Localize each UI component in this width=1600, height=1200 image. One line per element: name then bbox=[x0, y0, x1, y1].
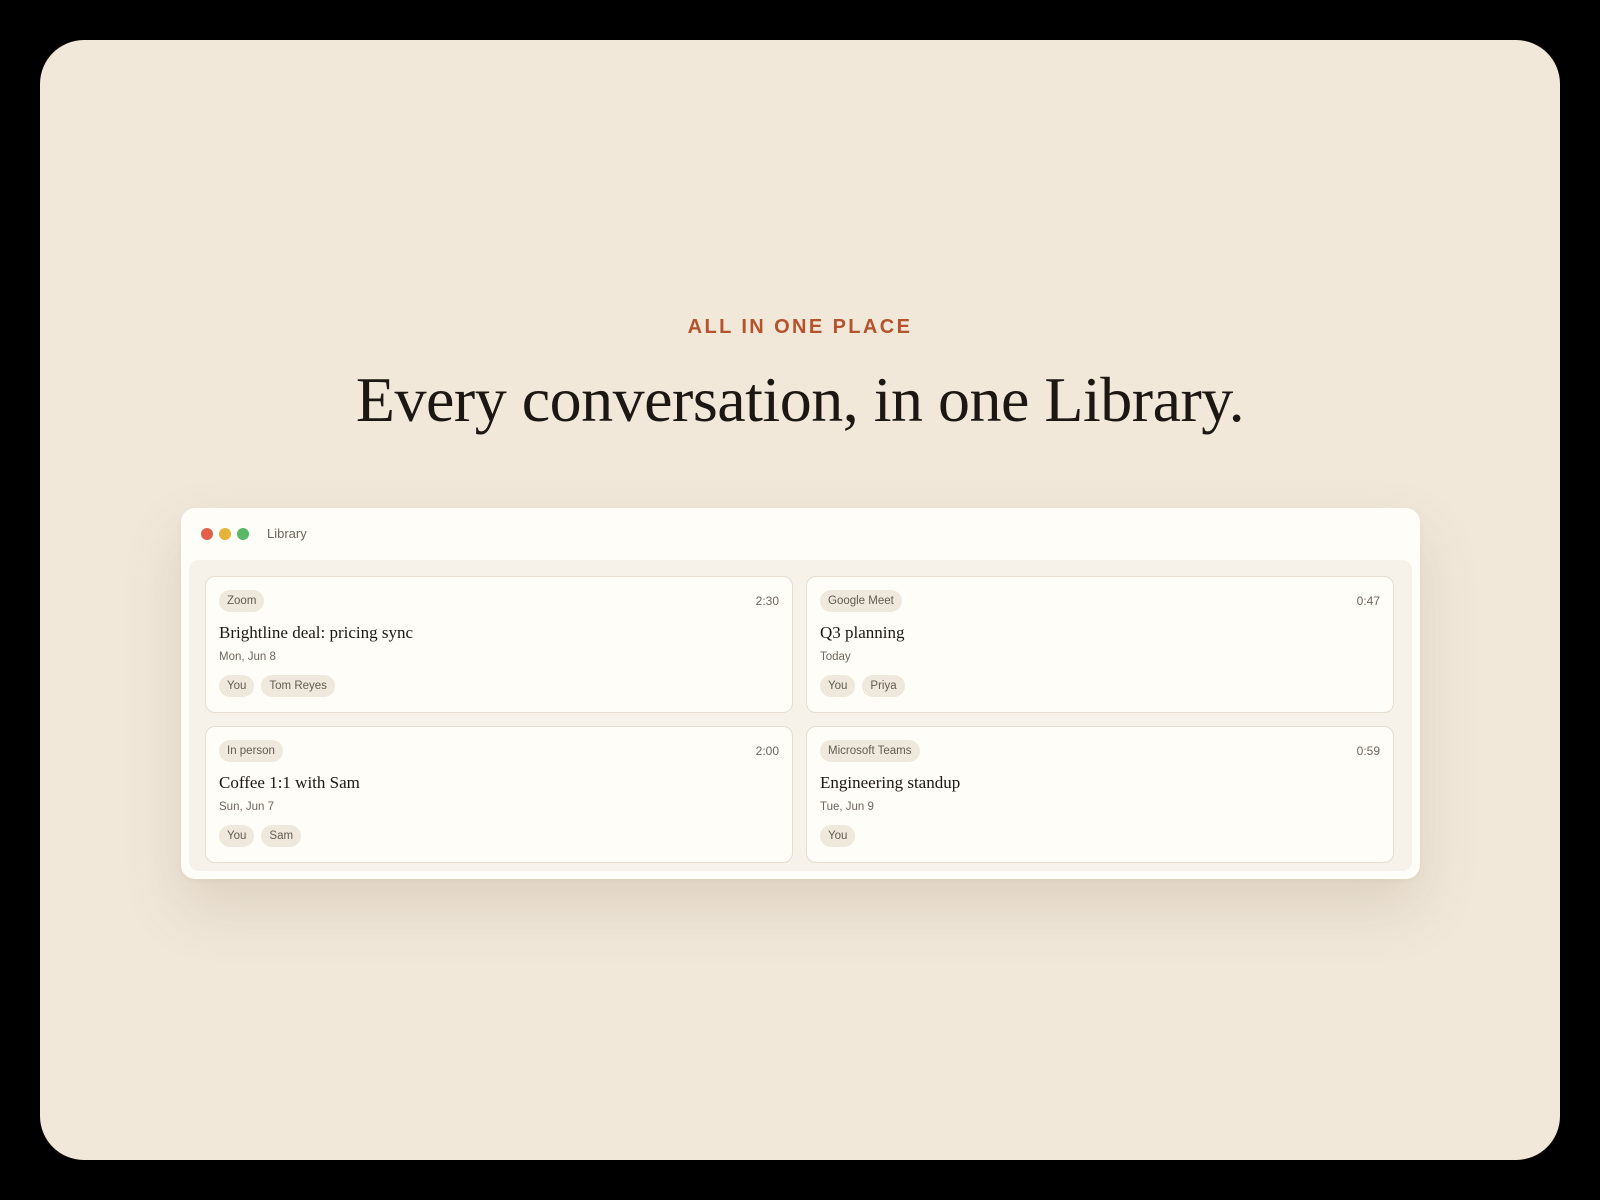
conversation-title: Engineering standup bbox=[820, 773, 961, 792]
conversation-date: Mon, Jun 8 bbox=[219, 651, 276, 663]
source-badge: Zoom bbox=[219, 590, 265, 612]
library-grid: Zoom 2:30 Brightline deal: pricing sync … bbox=[189, 560, 1412, 871]
source-badge: In person bbox=[219, 740, 283, 762]
maximize-window-button[interactable] bbox=[237, 528, 249, 540]
conversation-card-coffee-sam[interactable]: In person 2:00 Coffee 1:1 with Sam Sun, … bbox=[205, 726, 793, 863]
conversation-title: Coffee 1:1 with Sam bbox=[219, 773, 360, 792]
window-titlebar: Library bbox=[181, 508, 1420, 560]
participant-chip: You bbox=[820, 825, 856, 847]
duration-label: 2:00 bbox=[755, 744, 779, 758]
library-window: Library Zoom 2:30 Brightline deal: prici… bbox=[181, 508, 1420, 879]
source-badge: Google Meet bbox=[820, 590, 902, 612]
participant-chip: Tom Reyes bbox=[261, 675, 335, 697]
close-window-button[interactable] bbox=[201, 528, 213, 540]
conversation-card-brightline[interactable]: Zoom 2:30 Brightline deal: pricing sync … bbox=[205, 576, 793, 713]
minimize-window-button[interactable] bbox=[219, 528, 231, 540]
duration-label: 0:47 bbox=[1356, 594, 1380, 608]
duration-label: 2:30 bbox=[755, 594, 779, 608]
participant-chip: You bbox=[820, 675, 856, 697]
conversation-date: Tue, Jun 9 bbox=[820, 801, 874, 813]
conversation-title: Q3 planning bbox=[820, 623, 905, 642]
participant-chip: You bbox=[219, 675, 255, 697]
conversation-card-q3-planning[interactable]: Google Meet 0:47 Q3 planning Today You P… bbox=[806, 576, 1394, 713]
conversation-title: Brightline deal: pricing sync bbox=[219, 623, 414, 642]
hero-frame: ALL IN ONE PLACE Every conversation, in … bbox=[40, 40, 1560, 1160]
conversation-card-engineering-standup[interactable]: Microsoft Teams 0:59 Engineering standup… bbox=[806, 726, 1394, 863]
participant-list: You Sam bbox=[219, 825, 302, 847]
conversation-date: Sun, Jun 7 bbox=[219, 801, 274, 813]
conversation-date: Today bbox=[820, 651, 851, 663]
source-badge: Microsoft Teams bbox=[820, 740, 920, 762]
participant-list: You Tom Reyes bbox=[219, 675, 335, 697]
participant-chip: Sam bbox=[261, 825, 302, 847]
duration-label: 0:59 bbox=[1356, 744, 1380, 758]
eyebrow-label: ALL IN ONE PLACE bbox=[687, 316, 913, 338]
window-title: Library bbox=[267, 526, 307, 541]
participant-chip: Priya bbox=[862, 675, 905, 697]
participant-list: You bbox=[820, 825, 856, 847]
page-title: Every conversation, in one Library. bbox=[355, 364, 1245, 435]
participant-chip: You bbox=[219, 825, 255, 847]
participant-list: You Priya bbox=[820, 675, 905, 697]
